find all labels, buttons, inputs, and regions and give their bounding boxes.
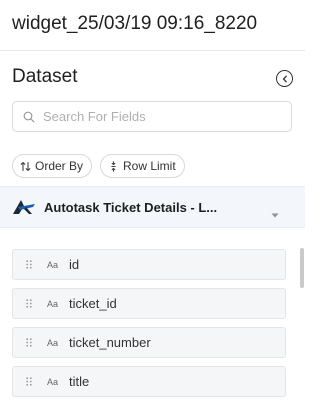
field-item[interactable]: Aa ticket_number xyxy=(12,327,286,358)
field-name: id xyxy=(69,257,80,272)
field-name: ticket_id xyxy=(69,296,117,311)
field-item[interactable]: Aa id xyxy=(12,249,286,280)
search-icon xyxy=(23,111,35,122)
chevron-left-icon xyxy=(282,75,287,82)
string-type-icon: Aa xyxy=(47,376,59,387)
widget-title: widget_25/03/19 09:16_8220 xyxy=(12,13,258,34)
drag-handle-icon[interactable] xyxy=(26,299,32,308)
collapse-panel-button[interactable] xyxy=(276,70,293,87)
caret-down-icon xyxy=(271,205,279,223)
fields-scrollbar[interactable] xyxy=(300,248,304,288)
row-limit-label: Row Limit xyxy=(123,159,176,173)
row-limit-icon xyxy=(108,160,119,172)
header-divider xyxy=(0,50,305,51)
drag-handle-icon[interactable] xyxy=(26,260,32,269)
string-type-icon: Aa xyxy=(47,337,59,348)
dataset-selector[interactable]: Autotask Ticket Details - L... xyxy=(0,186,305,228)
search-input[interactable] xyxy=(41,108,275,125)
field-search-box[interactable] xyxy=(12,101,292,132)
field-item[interactable]: Aa title xyxy=(12,366,286,397)
sort-icon xyxy=(20,161,31,172)
order-by-label: Order By xyxy=(35,159,84,173)
dataset-heading: Dataset xyxy=(12,66,78,87)
string-type-icon: Aa xyxy=(47,259,59,270)
row-limit-button[interactable]: Row Limit xyxy=(100,154,185,178)
order-by-button[interactable]: Order By xyxy=(12,154,93,178)
field-item[interactable]: Aa ticket_id xyxy=(12,288,286,319)
field-name: ticket_number xyxy=(69,335,151,350)
field-name: title xyxy=(69,374,90,389)
string-type-icon: Aa xyxy=(47,298,59,309)
drag-handle-icon[interactable] xyxy=(26,377,32,386)
drag-handle-icon[interactable] xyxy=(26,338,32,347)
autotask-logo-icon xyxy=(12,197,36,217)
dataset-name: Autotask Ticket Details - L... xyxy=(44,199,218,215)
